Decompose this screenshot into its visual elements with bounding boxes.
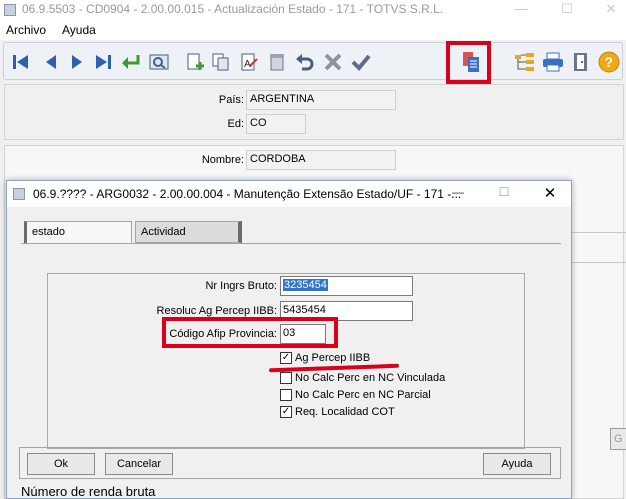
extension-dialog: 06.9.???? - ARG0032 - 2.00.00.004 - Manu…	[6, 180, 572, 499]
help-glyph: ?	[605, 54, 614, 70]
first-icon[interactable]	[10, 51, 32, 73]
checkbox-box[interactable]: ✓	[280, 352, 292, 364]
partial-button[interactable]: G	[610, 428, 626, 450]
next-icon[interactable]	[66, 51, 88, 73]
new-icon[interactable]	[184, 51, 206, 73]
menu-ayuda[interactable]: Ayuda	[62, 23, 96, 37]
checkbox-label: Req. Localidad COT	[295, 406, 395, 418]
checkbox-req-localidad-cot[interactable]: ✓ Req. Localidad COT	[280, 406, 395, 418]
button-bar	[19, 447, 561, 479]
nombre-field[interactable]: CORDOBA	[246, 150, 396, 170]
checkbox-no-calc-nc-parcial[interactable]: No Calc Perc en NC Parcial	[280, 389, 431, 401]
title-bar: 06.9.5503 - CD0904 - 2.00.00.015 - Actua…	[0, 0, 626, 20]
status-bar: Número de renda bruta	[21, 484, 156, 499]
checkbox-box[interactable]	[280, 372, 292, 384]
svg-text:A: A	[244, 59, 251, 70]
nr-ingrs-bruto-label: Nr Ingrs Bruto:	[205, 280, 277, 292]
nombre-label: Nombre:	[201, 154, 244, 166]
minimize-button[interactable]: —	[506, 0, 536, 20]
maximize-button[interactable]: ☐	[552, 0, 582, 20]
checkbox-ag-percep-iibb[interactable]: ✓ Ag Percep IIBB	[280, 352, 370, 364]
checkbox-box[interactable]: ✓	[280, 406, 292, 418]
resoluc-ag-percep-label: Resoluc Ag Percep IIBB:	[156, 305, 277, 317]
help-icon[interactable]: ?	[598, 51, 620, 73]
dialog-title: 06.9.???? - ARG0032 - 2.00.00.004 - Manu…	[33, 187, 462, 201]
ok-button[interactable]: Ok	[27, 453, 95, 475]
checkbox-label: Ag Percep IIBB	[295, 352, 371, 364]
confirm-icon[interactable]	[350, 51, 372, 73]
ed-field[interactable]: CO	[246, 114, 306, 134]
nr-ingrs-bruto-field[interactable]: 3235454	[280, 276, 413, 296]
tab-actividad[interactable]: Actividad	[135, 221, 242, 243]
close-button[interactable]: ✕	[596, 0, 626, 20]
return-icon[interactable]	[120, 51, 142, 73]
menu-archivo[interactable]: Archivo	[6, 23, 46, 37]
checkbox-box[interactable]	[280, 389, 292, 401]
undo-icon[interactable]	[294, 51, 316, 73]
toolbar: A ?	[3, 42, 623, 80]
dialog-title-bar: 06.9.???? - ARG0032 - 2.00.00.004 - Manu…	[7, 181, 571, 207]
edit-icon[interactable]: A	[238, 51, 260, 73]
menu-bar: Archivo Ayuda	[0, 20, 626, 40]
divider	[572, 232, 626, 233]
cancel-button[interactable]: Cancelar	[105, 453, 173, 475]
app-icon	[4, 4, 16, 16]
exit-icon[interactable]	[570, 51, 592, 73]
checkbox-label: No Calc Perc en NC Parcial	[295, 389, 431, 401]
dialog-close-button[interactable]: ✕	[535, 184, 565, 202]
dialog-minimize-button[interactable]: —	[443, 185, 473, 199]
delete-icon[interactable]	[266, 51, 288, 73]
dialog-app-icon	[13, 188, 25, 200]
previous-icon[interactable]	[40, 51, 62, 73]
checkbox-no-calc-nc-vinculada[interactable]: No Calc Perc en NC Vinculada	[280, 372, 445, 384]
nr-ingrs-bruto-value: 3235454	[283, 279, 328, 291]
print-icon[interactable]	[542, 51, 564, 73]
ed-label: Ed:	[227, 118, 244, 130]
checkbox-label: No Calc Perc en NC Vinculada	[295, 372, 446, 384]
tree-icon[interactable]	[514, 51, 536, 73]
dialog-maximize-button[interactable]: ☐	[489, 185, 519, 199]
divider	[572, 262, 626, 263]
tab-estado[interactable]: estado	[24, 221, 132, 243]
search-icon[interactable]	[148, 51, 170, 73]
last-icon[interactable]	[92, 51, 114, 73]
pais-field[interactable]: ARGENTINA	[246, 90, 396, 110]
copy-icon[interactable]	[210, 51, 232, 73]
cancel-icon[interactable]	[322, 51, 344, 73]
help-button[interactable]: Ayuda	[483, 453, 551, 475]
highlight-box-codigo-afip	[162, 317, 338, 348]
window-title: 06.9.5503 - CD0904 - 2.00.00.015 - Actua…	[22, 2, 444, 16]
pais-label: País:	[218, 94, 244, 106]
highlight-box-extension	[446, 41, 491, 84]
